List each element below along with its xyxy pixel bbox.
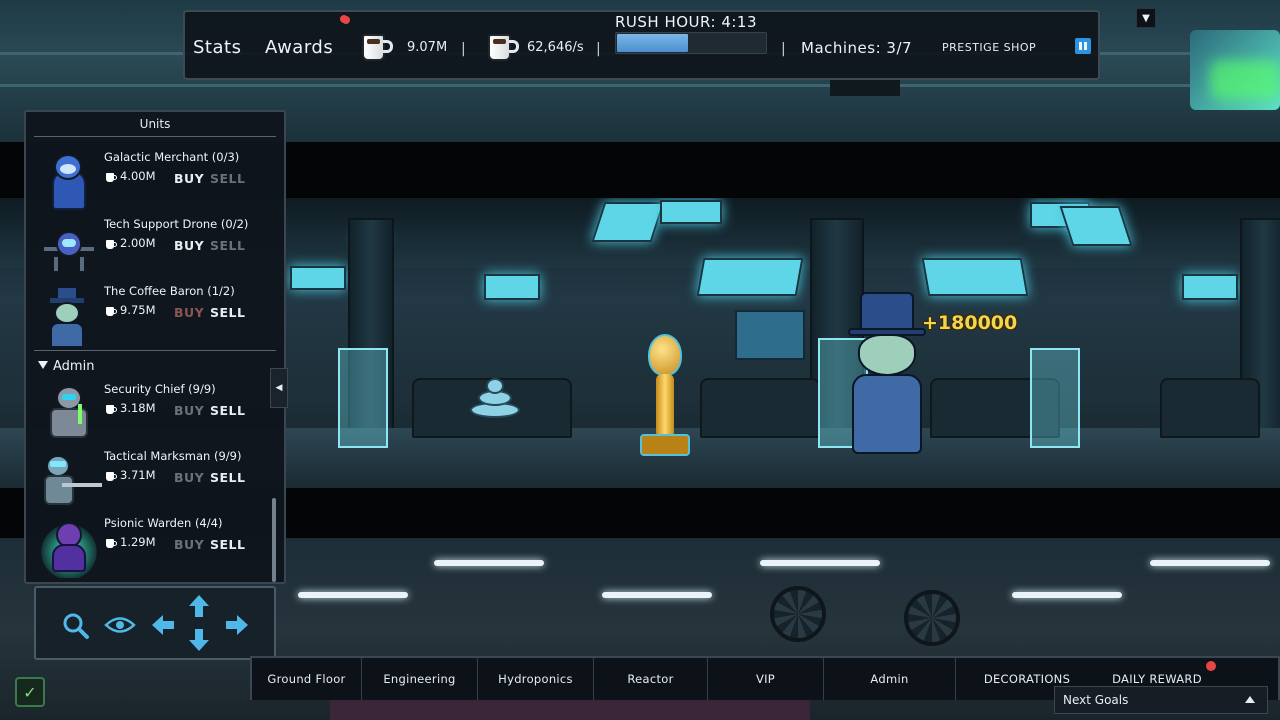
arrow-right-icon[interactable]	[224, 614, 250, 640]
tab-ground-floor[interactable]: Ground Floor	[252, 658, 362, 700]
buy-button[interactable]: BUY	[174, 171, 204, 186]
top-hud: Stats Awards 9.07M | 62,646/s | RUSH HOU…	[183, 10, 1100, 80]
coffee-total: 9.07M	[407, 40, 448, 55]
tactical-marksman-portrait	[38, 451, 102, 513]
reward-popup: +180000	[922, 312, 1018, 334]
eye-icon[interactable]	[104, 614, 136, 640]
unit-cost: 4.00M	[120, 169, 156, 183]
unit-name: Security Chief (9/9)	[104, 382, 216, 396]
sell-button[interactable]: SELL	[210, 305, 245, 320]
coffee-mug-icon	[106, 239, 117, 250]
tab-vip[interactable]: VIP	[708, 658, 824, 700]
sell-button[interactable]: SELL	[210, 470, 245, 485]
unit-row-galactic-merchant: Galactic Merchant (0/3) 4.00M BUY SELL	[26, 150, 276, 216]
hud-separator: |	[781, 41, 786, 57]
chevron-down-icon	[38, 361, 48, 369]
camera-controls	[34, 586, 276, 660]
unit-cost: 2.00M	[120, 236, 156, 250]
coffee-baron-character[interactable]	[842, 292, 932, 462]
unit-cost: 9.75M	[120, 303, 156, 317]
search-icon[interactable]	[62, 612, 90, 644]
coffee-rate: 62,646/s	[527, 40, 584, 55]
sell-button[interactable]: SELL	[210, 171, 245, 186]
chevron-up-icon	[1245, 696, 1255, 703]
coffee-baron-portrait	[38, 286, 100, 348]
coffee-mug-icon	[106, 404, 117, 415]
chevron-left-icon[interactable]: ◀	[270, 368, 288, 408]
tab-engineering[interactable]: Engineering	[362, 658, 478, 700]
units-panel-title: Units	[139, 117, 171, 131]
buy-button[interactable]: BUY	[174, 305, 204, 320]
game-screen: +180000 Stats Awards 9.07M | 62,646/s | …	[0, 0, 1280, 720]
unit-name: Psionic Warden (4/4)	[104, 516, 223, 530]
unit-row-tactical-marksman: Tactical Marksman (9/9) 3.71M BUY SELL	[26, 449, 276, 515]
buy-button[interactable]: BUY	[174, 537, 204, 552]
arrow-down-icon[interactable]	[188, 628, 210, 656]
unit-cost: 1.29M	[120, 535, 156, 549]
machines-count: Machines: 3/7	[801, 39, 913, 57]
unit-cost: 3.18M	[120, 401, 156, 415]
buy-button[interactable]: BUY	[174, 470, 204, 485]
coffee-mug-icon	[106, 172, 117, 183]
coffee-machine-decoration[interactable]	[468, 378, 522, 424]
rush-hour-timer: RUSH HOUR: 4:13	[615, 13, 758, 31]
tab-hydroponics[interactable]: Hydroponics	[478, 658, 594, 700]
sell-button[interactable]: SELL	[210, 537, 245, 552]
rush-hour-progress-bar	[615, 32, 767, 54]
unit-row-psionic-warden: Psionic Warden (4/4) 1.29M BUY SELL	[26, 516, 276, 582]
chevron-down-icon[interactable]: ▼	[1136, 8, 1156, 28]
daily-reward-notification-dot	[1206, 661, 1216, 671]
hud-separator: |	[461, 41, 466, 57]
pause-icon[interactable]	[1075, 38, 1091, 54]
coffee-mug-icon	[106, 471, 117, 482]
unit-row-tech-support-drone: Tech Support Drone (0/2) 2.00M BUY SELL	[26, 217, 276, 283]
buy-button[interactable]: BUY	[174, 238, 204, 253]
units-panel: Units Galactic Merchant (0/3) 4.00M BUY …	[24, 110, 286, 584]
admin-section-header[interactable]: Admin	[38, 359, 94, 374]
rush-hour-progress-fill	[617, 34, 688, 52]
galactic-merchant-portrait	[38, 152, 100, 214]
unit-row-coffee-baron: The Coffee Baron (1/2) 9.75M BUY SELL	[26, 284, 276, 350]
coffee-rate-icon	[485, 30, 519, 64]
golden-alien-statue[interactable]	[640, 334, 690, 458]
tab-admin[interactable]: Admin	[824, 658, 956, 700]
sell-button[interactable]: SELL	[210, 403, 245, 418]
arrow-left-icon[interactable]	[150, 614, 176, 640]
stats-button[interactable]: Stats	[193, 37, 241, 58]
awards-button[interactable]: Awards	[265, 37, 333, 58]
next-goals-label: Next Goals	[1063, 693, 1129, 707]
coffee-mug-icon	[359, 30, 393, 64]
sell-button[interactable]: SELL	[210, 238, 245, 253]
unit-name: Tech Support Drone (0/2)	[104, 217, 249, 231]
unit-name: Galactic Merchant (0/3)	[104, 150, 240, 164]
units-scrollbar[interactable]	[272, 498, 276, 582]
coffee-mug-icon	[106, 538, 117, 549]
buy-button[interactable]: BUY	[174, 403, 204, 418]
tech-support-drone-portrait	[38, 219, 100, 281]
prestige-shop-button[interactable]: PRESTIGE SHOP	[942, 41, 1036, 54]
unit-row-security-chief: Security Chief (9/9) 3.18M BUY SELL	[26, 382, 276, 448]
admin-section-label: Admin	[53, 359, 95, 374]
arrow-up-icon[interactable]	[188, 594, 210, 622]
unit-name: The Coffee Baron (1/2)	[104, 284, 235, 298]
hud-separator: |	[596, 41, 601, 57]
tab-reactor[interactable]: Reactor	[594, 658, 708, 700]
unit-name: Tactical Marksman (9/9)	[104, 449, 242, 463]
unit-cost: 3.71M	[120, 468, 156, 482]
check-icon[interactable]: ✓	[15, 677, 45, 707]
coffee-mug-icon	[106, 306, 117, 317]
psionic-warden-portrait	[38, 518, 100, 580]
hud-notification-dot	[340, 15, 348, 23]
next-goals-button[interactable]: Next Goals	[1054, 686, 1268, 714]
security-chief-portrait	[38, 384, 100, 446]
